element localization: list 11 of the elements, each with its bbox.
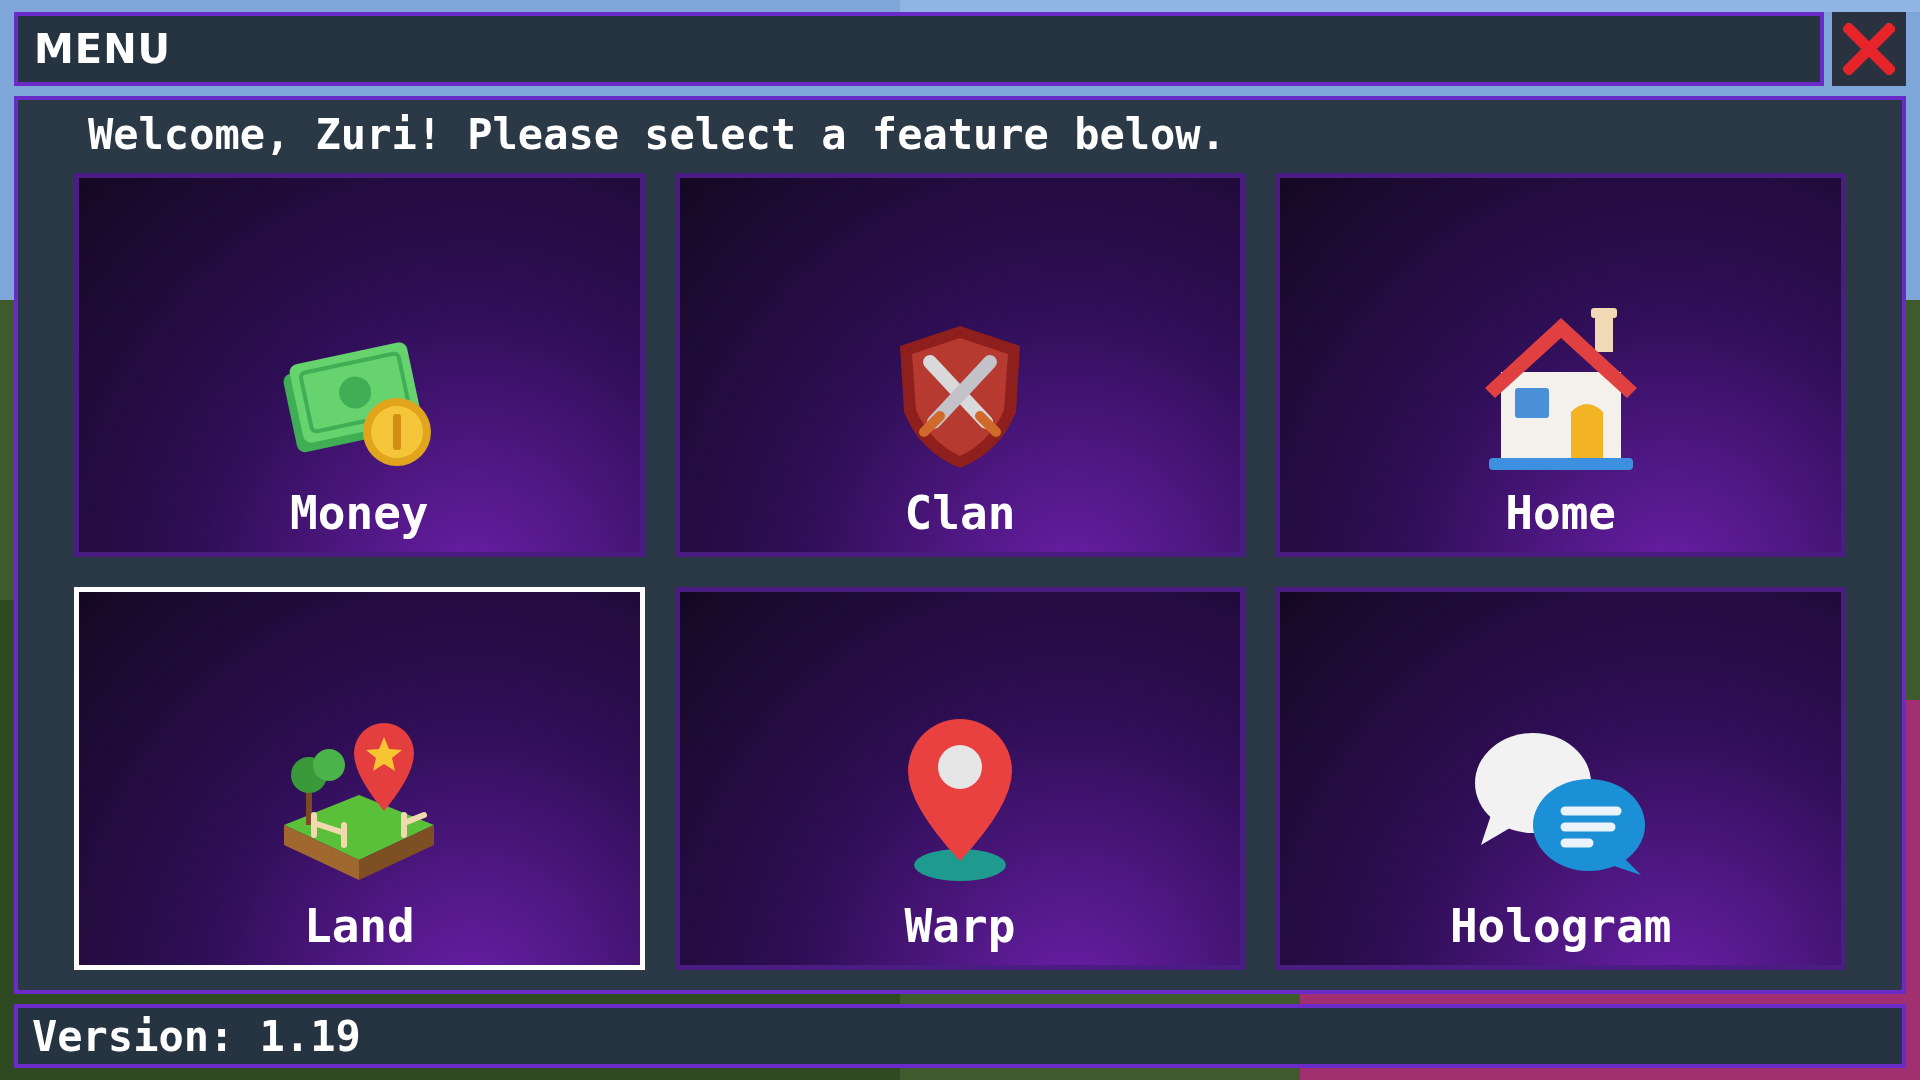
feature-tile[interactable]: Money bbox=[74, 173, 645, 557]
feature-tile[interactable]: Land bbox=[74, 586, 645, 970]
welcome-text: Welcome, Zuri! Please select a feature below. bbox=[88, 110, 1227, 159]
version-text: Version: 1.19 bbox=[32, 1011, 361, 1061]
feature-tile[interactable]: Home bbox=[1275, 173, 1846, 557]
feature-tile[interactable]: Warp bbox=[674, 586, 1246, 970]
window-title: MENU bbox=[34, 26, 172, 72]
feature-tile[interactable]: Clan bbox=[674, 173, 1246, 557]
close-icon bbox=[1843, 23, 1895, 75]
feature-tile[interactable]: Hologram bbox=[1275, 586, 1846, 970]
close-button[interactable] bbox=[1832, 12, 1906, 86]
